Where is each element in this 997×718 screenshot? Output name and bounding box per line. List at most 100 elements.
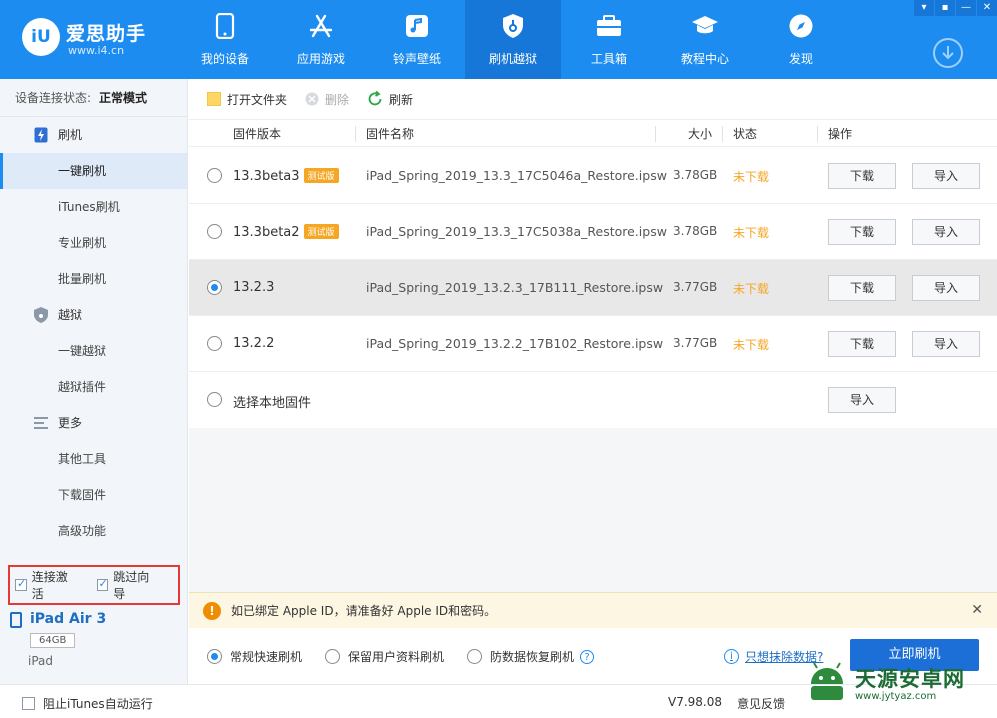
download-manager-button[interactable] [933,38,963,68]
device-type: iPad [28,654,54,668]
mode-anti-recovery-flash[interactable]: 防数据恢复刷机? [467,648,595,665]
mode-quick-flash[interactable]: 常规快速刷机 [207,648,302,665]
import-button[interactable]: 导入 [912,163,980,189]
skip-wizard-checkbox[interactable]: 跳过向导 [96,568,161,602]
compass-icon [787,12,815,40]
table-row[interactable]: 13.3beta2 测试版 iPad_Spring_2019_13.3_17C50… [189,204,997,260]
col-size: 大小 [688,127,713,141]
graduation-cap-icon [691,12,719,40]
firmware-status: 未下载 [733,226,770,240]
sidebar-group-jailbreak[interactable]: 越狱 [0,297,187,333]
firmware-status: 未下载 [733,338,770,352]
skin-button[interactable]: ▾ [914,0,934,16]
import-button[interactable]: 导入 [912,219,980,245]
watermark: 天源安卓网 www.jytyaz.com [805,660,965,704]
sidebar-group-flash[interactable]: 刷机 [0,117,187,153]
delete-button[interactable]: 删除 [305,91,349,108]
download-button[interactable]: 下载 [828,163,896,189]
close-icon[interactable]: ✕ [971,602,983,618]
table-header: 固件版本 固件名称 大小 状态 操作 [189,119,997,147]
feedback-link[interactable]: 意见反馈 [737,695,785,712]
sidebar-group-more[interactable]: 更多 [0,405,187,441]
checkbox-icon [22,697,35,710]
sidebar-item-itunes-flash[interactable]: iTunes刷机 [0,189,187,225]
brand-url: www.i4.cn [68,44,125,57]
nav-ringtones[interactable]: 铃声壁纸 [369,0,465,79]
checkbox-checked-icon [15,577,27,591]
checkbox-checked-icon [96,577,109,591]
sidebar-item-download-firmware[interactable]: 下载固件 [0,477,187,513]
col-version: 固件版本 [233,127,282,141]
close-window-button[interactable]: ✕ [977,0,997,16]
import-button[interactable]: 导入 [912,275,980,301]
beta-badge: 测试版 [303,224,339,239]
tablet-icon [10,612,22,628]
sidebar-item-other-tools[interactable]: 其他工具 [0,441,187,477]
warning-icon: ! [203,601,221,620]
nav-tutorials[interactable]: 教程中心 [657,0,753,79]
nav-flash-jailbreak[interactable]: 刷机越狱 [465,0,561,79]
empty-area [189,428,997,592]
firmware-version: 13.3beta2 测试版 [233,224,339,240]
local-import-button[interactable]: 导入 [828,387,896,413]
android-logo-icon [805,660,849,704]
nav-discover[interactable]: 发现 [753,0,849,79]
nav-toolbox[interactable]: 工具箱 [561,0,657,79]
download-button[interactable]: 下载 [828,331,896,357]
app-version: V7.98.08 [668,695,723,709]
block-itunes-checkbox[interactable]: 阻止iTunes自动运行 [22,695,153,712]
watermark-title: 天源安卓网 [855,666,965,691]
sidebar-item-advanced[interactable]: 高级功能 [0,513,187,549]
radio-selected-icon [207,649,222,664]
local-firmware-radio[interactable] [207,392,222,407]
firmware-name: iPad_Spring_2019_13.2.3_17B111_Restore.i… [366,280,664,295]
sidebar-item-one-click-flash[interactable]: 一键刷机 [0,153,187,189]
firmware-radio[interactable] [207,168,222,183]
import-button[interactable]: 导入 [912,331,980,357]
music-icon [403,12,431,40]
table-row[interactable]: 13.2.2 iPad_Spring_2019_13.2.2_17B102_Re… [189,316,997,372]
sidebar-item-jailbreak-plugins[interactable]: 越狱插件 [0,369,187,405]
menu-icon [32,414,50,432]
sidebar-item-pro-flash[interactable]: 专业刷机 [0,225,187,261]
firmware-status: 未下载 [733,282,770,296]
download-button[interactable]: 下载 [828,219,896,245]
folder-icon [207,92,221,106]
window-controls: ▾ ▪ — ✕ [913,0,997,16]
nav-my-device[interactable]: 我的设备 [177,0,273,79]
connect-activate-checkbox[interactable]: 连接激活 [15,568,79,602]
table-row[interactable]: 13.3beta3 测试版 iPad_Spring_2019_13.3_17C50… [189,148,997,204]
help-icon[interactable]: ? [580,649,595,664]
refresh-icon [368,91,382,106]
local-firmware-row[interactable]: 选择本地固件 导入 [189,372,997,428]
firmware-status: 未下载 [733,170,770,184]
minimize-button[interactable]: — [956,0,976,16]
firmware-radio-selected[interactable] [207,280,222,295]
toolbar: 打开文件夹 删除 刷新 [189,79,997,119]
sidebar-item-batch-flash[interactable]: 批量刷机 [0,261,187,297]
firmware-size: 3.78GB [673,168,718,182]
firmware-radio[interactable] [207,336,222,351]
device-capacity: 64GB [30,633,76,648]
phone-icon [211,12,239,40]
mode-keep-data-flash[interactable]: 保留用户资料刷机 [325,648,444,665]
appstore-icon [307,12,335,40]
firmware-radio[interactable] [207,224,222,239]
open-folder-button[interactable]: 打开文件夹 [207,91,287,108]
sidebar-item-one-click-jailbreak[interactable]: 一键越狱 [0,333,187,369]
connection-status: 设备连接状态: 正常模式 [0,79,187,117]
col-status: 状态 [733,127,758,141]
settings-button[interactable]: ▪ [935,0,955,16]
refresh-button[interactable]: 刷新 [367,91,413,108]
flash-shield-icon [499,12,527,40]
apple-id-notice: ! 如已绑定 Apple ID，请准备好 Apple ID和密码。 ✕ [189,592,997,628]
delete-icon [305,92,319,106]
table-row-selected[interactable]: 13.2.3 iPad_Spring_2019_13.2.3_17B111_Re… [189,260,997,316]
download-button[interactable]: 下载 [828,275,896,301]
nav-apps-games[interactable]: 应用游戏 [273,0,369,79]
brand-name: 爱思助手 [66,23,147,45]
logo-icon: iU [22,18,60,56]
firmware-size: 3.77GB [673,336,718,350]
local-firmware-label: 选择本地固件 [233,396,312,411]
firmware-version: 13.2.2 [233,336,275,351]
